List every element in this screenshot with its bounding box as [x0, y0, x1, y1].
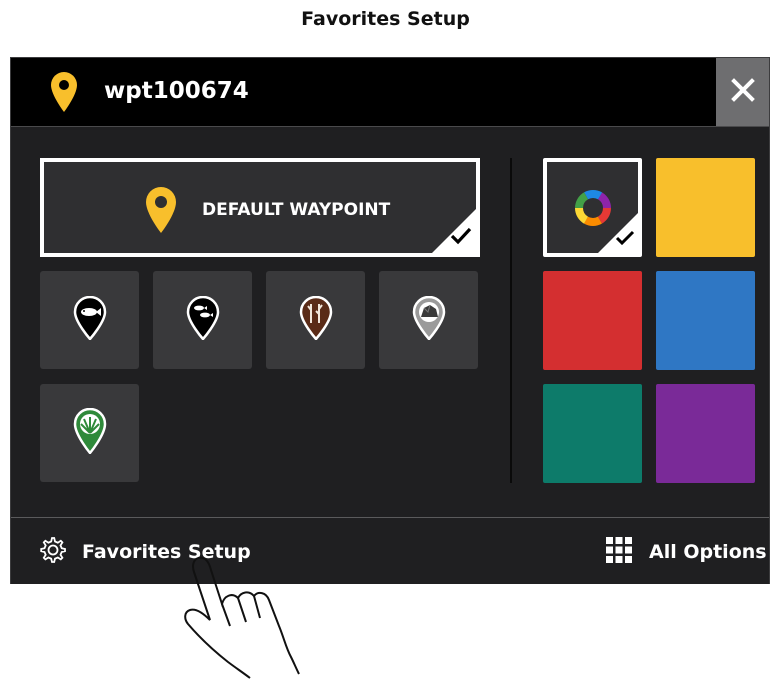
- default-waypoint-option[interactable]: DEFAULT WAYPOINT: [40, 158, 480, 257]
- timber-waypoint-tile[interactable]: [266, 271, 365, 369]
- waypoint-dialog: wpt100674 DEFAULT WAYPOINT Favorites Set…: [10, 57, 770, 584]
- color-tile-multicolor[interactable]: [543, 158, 642, 257]
- waypoint-name: wpt100674: [104, 78, 249, 104]
- fish-school-waypoint-icon: [186, 295, 220, 344]
- hand-pointer-icon: [178, 556, 308, 683]
- fish-waypoint-icon: [73, 295, 107, 344]
- vegetation-waypoint-tile[interactable]: [40, 384, 139, 482]
- dialog-footer: Favorites Setup All Options: [11, 517, 769, 584]
- rock-waypoint-icon: [412, 295, 446, 344]
- waypoint-pin-icon: [49, 71, 79, 117]
- grid-icon: [605, 536, 633, 568]
- color-tile-blue[interactable]: [656, 271, 755, 370]
- timber-waypoint-icon: [299, 295, 333, 344]
- color-tile-teal[interactable]: [543, 384, 642, 483]
- waypoint-pin-icon: [144, 186, 178, 238]
- rock-waypoint-tile[interactable]: [379, 271, 478, 369]
- color-tile-yellow[interactable]: [656, 158, 755, 257]
- gear-icon: [38, 535, 68, 569]
- color-tile-red[interactable]: [543, 271, 642, 370]
- fish-waypoint-tile[interactable]: [40, 271, 139, 369]
- close-icon: [730, 78, 755, 106]
- all-options-button[interactable]: All Options: [605, 536, 767, 568]
- checkmark-icon: [450, 227, 472, 249]
- default-waypoint-label: DEFAULT WAYPOINT: [202, 200, 391, 220]
- fish-school-waypoint-tile[interactable]: [153, 271, 252, 369]
- checkmark-icon: [615, 230, 635, 250]
- close-button[interactable]: [716, 58, 769, 126]
- panel-divider: [510, 158, 512, 483]
- vegetation-waypoint-icon: [73, 407, 107, 458]
- all-options-label: All Options: [649, 541, 767, 563]
- dialog-header: wpt100674: [11, 58, 769, 127]
- page-caption: Favorites Setup: [301, 8, 470, 30]
- color-tile-purple[interactable]: [656, 384, 755, 483]
